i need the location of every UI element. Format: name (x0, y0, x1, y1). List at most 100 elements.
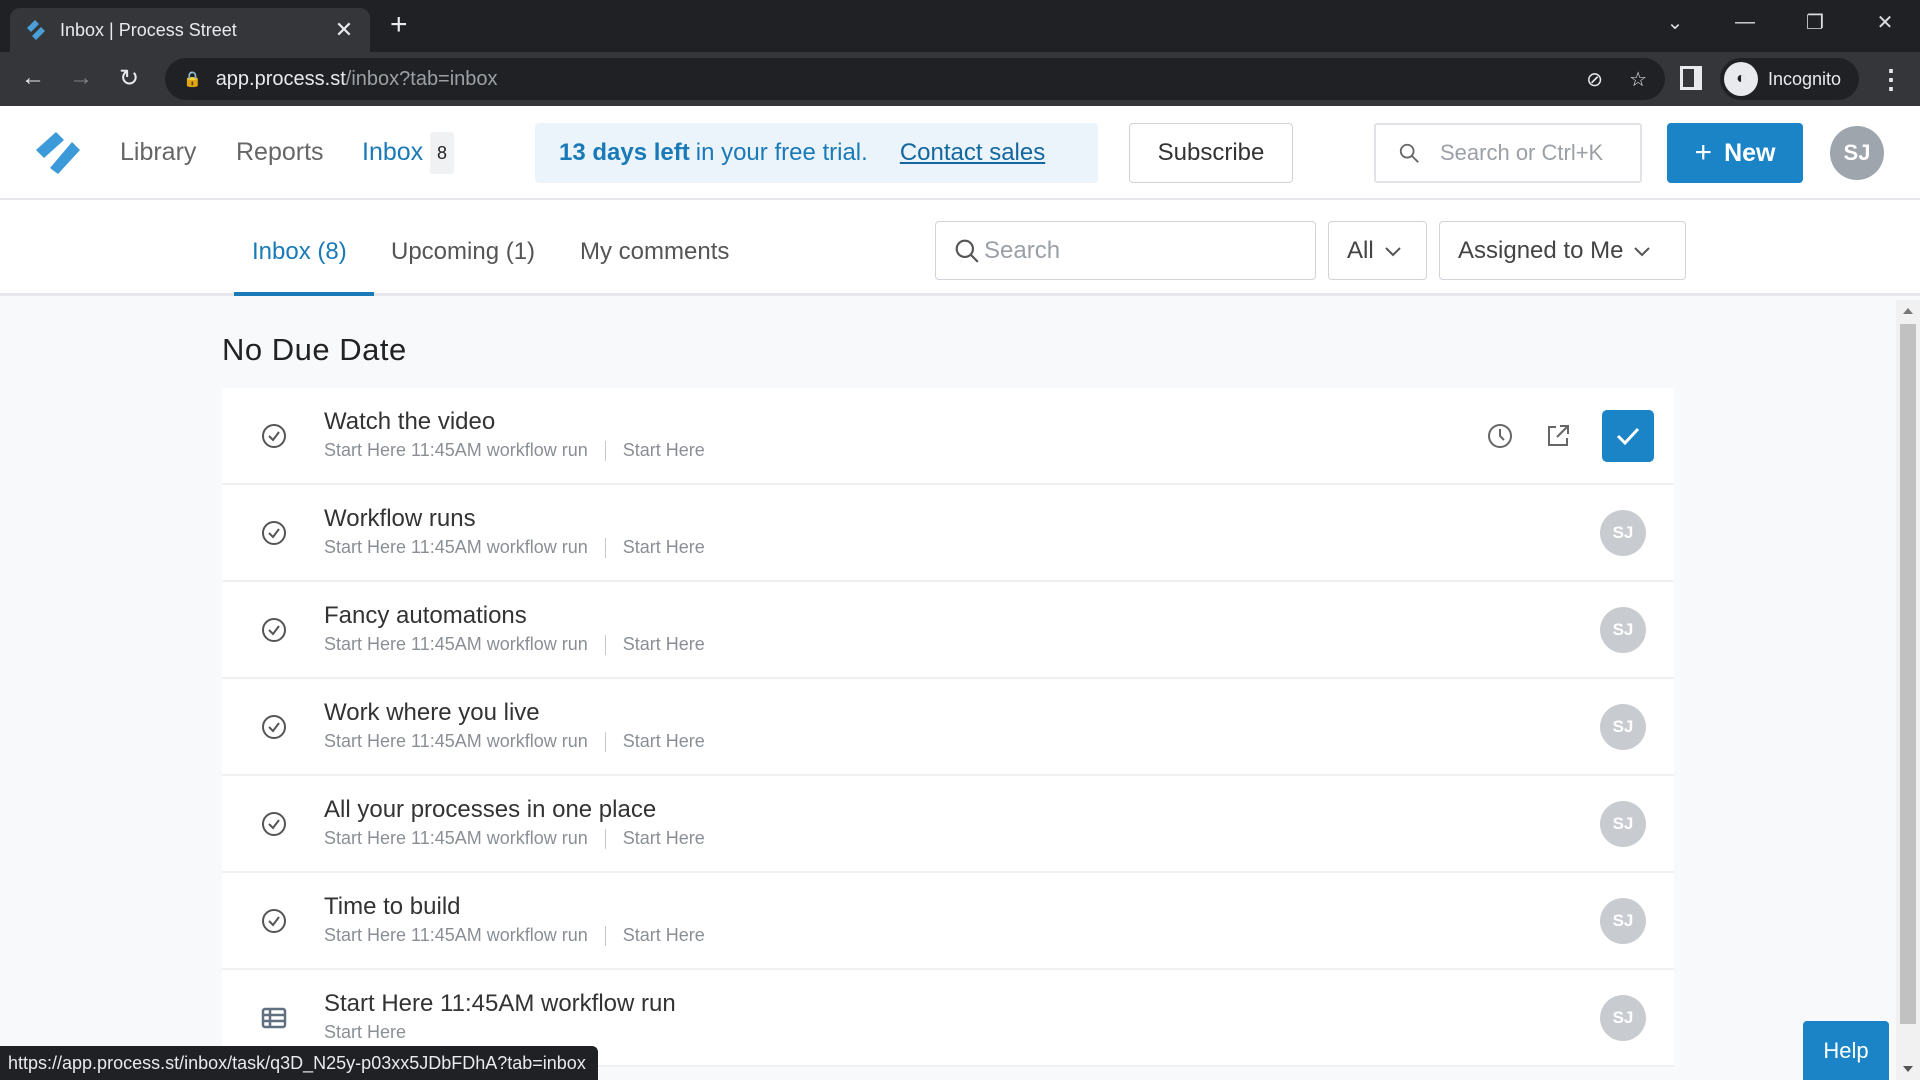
task-check-circle-icon[interactable] (260, 810, 288, 838)
item-subtitle: Start Here 11:45AM workflow run Start He… (324, 925, 705, 946)
separator (604, 828, 606, 849)
close-window-icon[interactable]: ✕ (1850, 10, 1920, 35)
task-check-circle-icon[interactable] (260, 616, 288, 644)
trial-days-left: 13 days left (559, 139, 690, 166)
separator (604, 537, 606, 558)
inbox-item[interactable]: Workflow runs Start Here 11:45AM workflo… (222, 485, 1674, 582)
item-run-name[interactable]: Start Here 11:45AM workflow run (324, 731, 588, 752)
scrollbar-thumb[interactable] (1900, 324, 1916, 1024)
nav-reports[interactable]: Reports (236, 138, 324, 167)
contact-sales-link[interactable]: Contact sales (900, 139, 1045, 167)
inbox-subnav: Inbox (8) Upcoming (1) My comments Searc… (0, 200, 1920, 296)
item-workflow-name[interactable]: Start Here (623, 440, 705, 461)
incognito-profile[interactable]: ◐ Incognito (1720, 58, 1860, 100)
global-search-input[interactable]: Search or Ctrl+K (1374, 123, 1642, 183)
bookmark-star-icon[interactable]: ☆ (1629, 67, 1647, 92)
tab-upcoming[interactable]: Upcoming (1) (391, 238, 535, 266)
item-workflow-name[interactable]: Start Here (623, 828, 705, 849)
assignee-avatar: SJ (1600, 704, 1646, 750)
item-title: Watch the video (324, 408, 496, 435)
assignee-avatar: SJ (1600, 510, 1646, 556)
inbox-item[interactable]: Fancy automations Start Here 11:45AM wor… (222, 582, 1674, 679)
process-street-favicon (27, 20, 45, 40)
item-subtitle: Start Here 11:45AM workflow run Start He… (324, 440, 705, 461)
incognito-icon: ◐ (1724, 62, 1758, 96)
item-run-name[interactable]: Start Here 11:45AM workflow run (324, 828, 588, 849)
item-run-name[interactable]: Start Here 11:45AM workflow run (324, 634, 588, 655)
item-run-name[interactable]: Start Here 11:45AM workflow run (324, 925, 588, 946)
chevron-down-icon (1634, 246, 1651, 256)
new-button-label: New (1724, 138, 1776, 167)
section-title: No Due Date (222, 332, 407, 367)
inbox-search-input[interactable]: Search (935, 221, 1316, 280)
item-workflow-name[interactable]: Start Here (324, 1022, 406, 1043)
process-street-logo[interactable] (34, 128, 84, 178)
nav-inbox[interactable]: Inbox (362, 138, 423, 167)
browser-tab-title: Inbox | Process Street (60, 19, 237, 40)
task-check-circle-icon[interactable] (260, 713, 288, 741)
item-title: Start Here 11:45AM workflow run (324, 990, 676, 1017)
inbox-search-placeholder: Search (984, 236, 1061, 264)
user-avatar[interactable]: SJ (1830, 126, 1884, 180)
forward-icon[interactable]: → (66, 64, 96, 92)
search-icon (955, 239, 979, 263)
item-run-name[interactable]: Start Here 11:45AM workflow run (324, 537, 588, 558)
browser-menu-icon[interactable]: ⋮ (1878, 64, 1904, 95)
separator (604, 440, 606, 461)
item-subtitle: Start Here 11:45AM workflow run Start He… (324, 537, 705, 558)
new-tab-button[interactable]: + (390, 10, 408, 40)
tab-inbox[interactable]: Inbox (8) (252, 238, 347, 266)
new-button[interactable]: + New (1667, 123, 1803, 183)
browser-tab-strip: Inbox | Process Street ✕ + ⌄ — ❐ ✕ (0, 0, 1920, 52)
assignee-avatar: SJ (1600, 898, 1646, 944)
item-run-name[interactable]: Start Here 11:45AM workflow run (324, 440, 588, 461)
task-check-circle-icon[interactable] (260, 519, 288, 547)
inbox-list: Watch the video Start Here 11:45AM workf… (222, 388, 1674, 1067)
item-subtitle: Start Here 11:45AM workflow run Start He… (324, 731, 705, 752)
inbox-item[interactable]: All your processes in one place Start He… (222, 776, 1674, 873)
inbox-count-badge: 8 (430, 132, 454, 174)
close-tab-icon[interactable]: ✕ (332, 17, 356, 43)
external-link-icon[interactable] (1544, 422, 1572, 450)
inbox-item[interactable]: Watch the video Start Here 11:45AM workf… (222, 388, 1674, 485)
task-check-circle-icon[interactable] (260, 907, 288, 935)
page-scrollbar[interactable] (1896, 300, 1920, 1080)
address-bar[interactable]: 🔒 app.process.st/inbox?tab=inbox ⊘ ☆ (165, 58, 1665, 100)
incognito-label: Incognito (1768, 68, 1842, 89)
item-title: All your processes in one place (324, 796, 657, 823)
minimize-icon[interactable]: — (1710, 11, 1780, 34)
reload-icon[interactable]: ↻ (114, 64, 144, 93)
back-icon[interactable]: ← (18, 64, 48, 92)
task-check-circle-icon[interactable] (260, 422, 288, 450)
item-workflow-name[interactable]: Start Here (623, 925, 705, 946)
scroll-up-arrow-icon[interactable] (1903, 308, 1913, 314)
url-host: app.process.st (215, 67, 346, 90)
subscribe-button[interactable]: Subscribe (1129, 123, 1293, 183)
type-filter-value: All (1347, 236, 1374, 264)
trial-banner: 13 days left in your free trial. Contact… (535, 123, 1098, 183)
item-title: Fancy automations (324, 602, 527, 629)
tab-search-icon[interactable]: ⌄ (1640, 10, 1710, 35)
window-controls: ⌄ — ❐ ✕ (1640, 0, 1920, 44)
app-header: Library Reports Inbox 8 13 days left in … (0, 106, 1920, 200)
item-workflow-name[interactable]: Start Here (623, 537, 705, 558)
help-button[interactable]: Help (1803, 1021, 1889, 1080)
item-title: Time to build (324, 893, 461, 920)
tab-my-comments[interactable]: My comments (580, 238, 729, 266)
link-status-bar: https://app.process.st/inbox/task/q3D_N2… (0, 1046, 598, 1080)
eye-slash-icon[interactable]: ⊘ (1586, 67, 1603, 92)
restore-icon[interactable]: ❐ (1780, 10, 1850, 35)
type-filter-dropdown[interactable]: All (1328, 221, 1427, 280)
browser-tab[interactable]: Inbox | Process Street ✕ (10, 8, 370, 52)
item-workflow-name[interactable]: Start Here (623, 634, 705, 655)
item-workflow-name[interactable]: Start Here (623, 731, 705, 752)
clock-icon[interactable] (1486, 422, 1514, 450)
side-panel-icon[interactable] (1680, 66, 1702, 90)
nav-library[interactable]: Library (120, 138, 196, 167)
inbox-item[interactable]: Work where you live Start Here 11:45AM w… (222, 679, 1674, 776)
inbox-item[interactable]: Time to build Start Here 11:45AM workflo… (222, 873, 1674, 970)
active-tab-indicator (234, 292, 374, 296)
scroll-down-arrow-icon[interactable] (1903, 1066, 1913, 1072)
complete-task-button[interactable] (1602, 410, 1654, 462)
assignee-filter-dropdown[interactable]: Assigned to Me (1439, 221, 1686, 280)
